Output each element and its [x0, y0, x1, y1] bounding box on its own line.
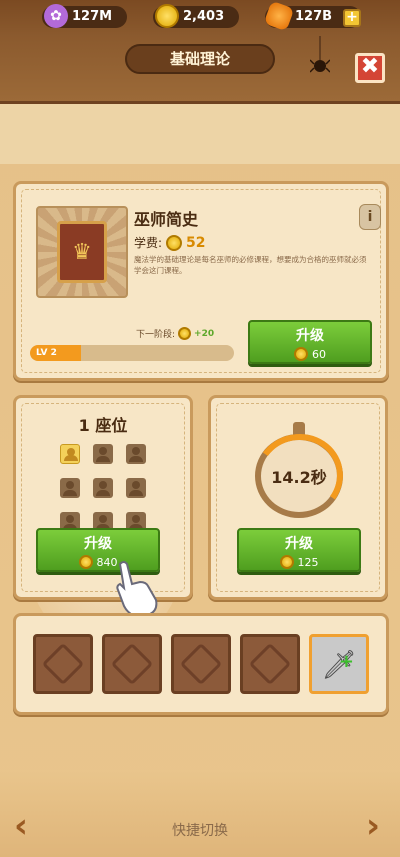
- upgrade-cost-value: 60: [312, 347, 326, 361]
- seat-slot: [126, 444, 146, 464]
- rune-icon: [179, 642, 223, 686]
- course-image: ♛: [36, 206, 128, 298]
- close-button[interactable]: ✖: [355, 53, 385, 83]
- coin-icon: [178, 327, 192, 340]
- gem-icon: [263, 0, 295, 32]
- coin-icon: [166, 234, 183, 251]
- course-name: 巫师简史: [134, 210, 199, 229]
- fee-label: 学费:: [134, 236, 163, 250]
- timer-arc: [248, 426, 350, 526]
- course-description: 魔法学的基础理论是每名巫师的必修课程，想要成为合格的巫师就必须学会这门课程。: [134, 255, 367, 275]
- rune-icon: [248, 642, 292, 686]
- top-bar: ✿ 127M 2,403 127B +: [0, 0, 400, 36]
- upgrade-label: 升级: [84, 536, 112, 552]
- item-slot-3[interactable]: [171, 634, 231, 694]
- seat-slot: [60, 444, 80, 464]
- rune-icon: [110, 642, 154, 686]
- item-slot-2[interactable]: [102, 634, 162, 694]
- seat-slot: [126, 478, 146, 498]
- flower-icon: ✿: [44, 4, 68, 28]
- add-currency-button[interactable]: +: [343, 9, 361, 27]
- next-stage-value: +20: [194, 328, 215, 339]
- coin-icon: [294, 347, 308, 361]
- next-stage: 下一阶段: +20: [136, 327, 214, 340]
- header-strip: [0, 104, 400, 164]
- rune-icon: [41, 642, 85, 686]
- add-icon: +: [338, 651, 354, 672]
- seat-grid: [60, 444, 146, 532]
- spider-icon: [310, 36, 330, 73]
- upgrade-cost: 125: [239, 555, 359, 569]
- purple-currency: ✿ 127M: [42, 4, 127, 28]
- timer-upgrade-button[interactable]: 升级 125: [237, 528, 361, 572]
- coin-icon: [279, 555, 294, 569]
- item-slot-weapon[interactable]: 🗡 +: [309, 634, 369, 694]
- fee-value: 52: [186, 234, 206, 251]
- level-progress-bar: LV 2: [30, 345, 234, 361]
- course-panel: ♛ 巫师简史 i 学费: 52 魔法学的基础理论是每名巫师的必修课程，想要成为合…: [13, 181, 389, 381]
- upgrade-label: 升级: [285, 536, 313, 552]
- seat-slot: [60, 478, 80, 498]
- next-stage-label: 下一阶段:: [136, 330, 176, 340]
- purple-currency-value: 127M: [72, 9, 113, 24]
- course-fee: 学费: 52: [134, 234, 206, 251]
- seat-slot: [93, 478, 113, 498]
- stopwatch-icon: 14.2秒: [248, 422, 350, 526]
- upgrade-cost-value: 125: [297, 555, 319, 569]
- item-slots-panel: 🗡 +: [13, 613, 389, 715]
- gem-currency-value: 127B: [295, 9, 333, 24]
- item-slot-4[interactable]: [240, 634, 300, 694]
- footer-background: [0, 770, 400, 857]
- pointer-hand-icon: [116, 561, 158, 618]
- course-upgrade-button[interactable]: 升级 60: [248, 320, 372, 364]
- quick-switch-label[interactable]: 快捷切换: [0, 820, 400, 840]
- seats-panel: 1 座位 升级 840: [13, 395, 193, 600]
- upgrade-label: 升级: [296, 328, 324, 344]
- item-slot-1[interactable]: [33, 634, 93, 694]
- seats-title: 1 座位: [78, 416, 128, 435]
- book-icon: ♛: [57, 221, 107, 283]
- level-label: LV 2: [36, 348, 57, 358]
- gold-currency: 2,403: [153, 4, 239, 28]
- info-button[interactable]: i: [359, 204, 381, 230]
- timer-panel: 14.2秒 升级 125: [208, 395, 388, 600]
- page-title: 基础理论: [125, 44, 275, 74]
- coin-icon: [78, 555, 93, 569]
- coin-icon: [155, 4, 179, 28]
- seat-slot: [93, 444, 113, 464]
- gold-currency-value: 2,403: [183, 9, 225, 24]
- upgrade-cost: 60: [250, 347, 370, 361]
